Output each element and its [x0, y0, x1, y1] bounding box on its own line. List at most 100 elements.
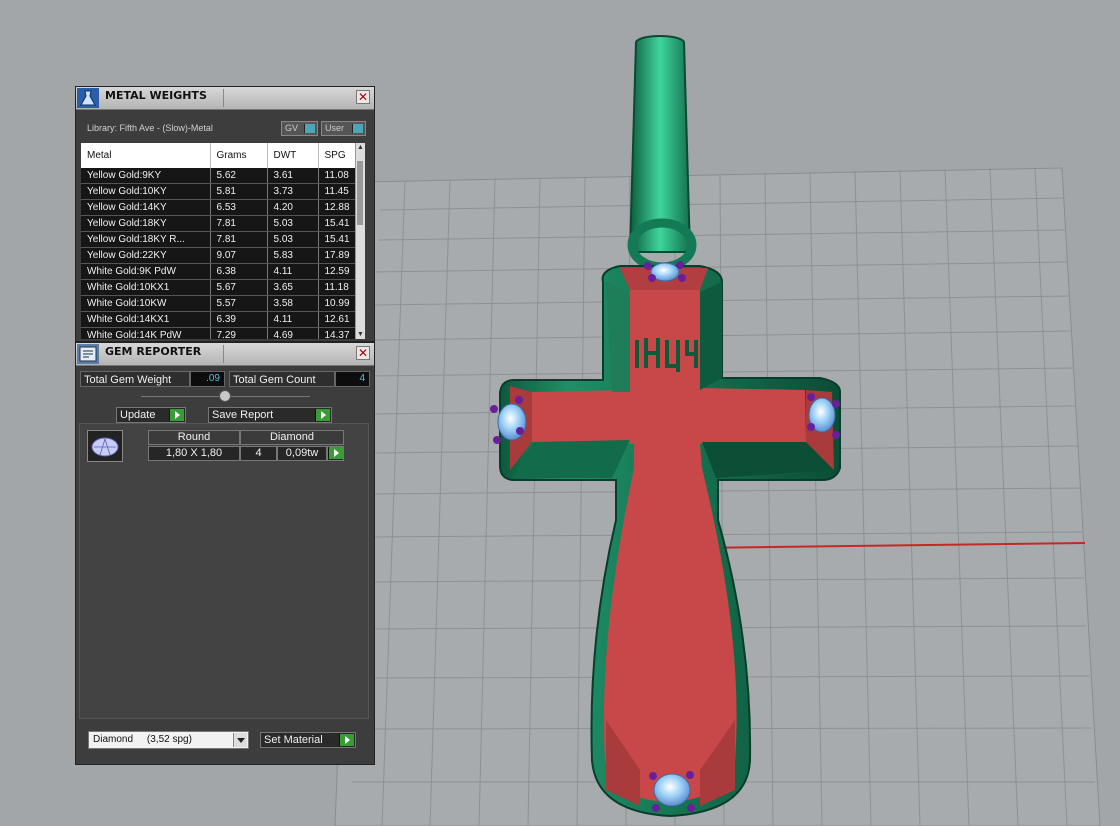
table-row[interactable]: Yellow Gold:9KY 5.62 3.61 11.08 — [81, 168, 360, 184]
grams-cell: 7.81 — [210, 231, 268, 248]
close-button[interactable]: ✕ — [356, 90, 370, 104]
metal-weights-table: Metal Grams DWT SPG Yellow Gold:9KY 5.62 3… — [81, 143, 360, 339]
spg-cell: 14.37 — [318, 327, 360, 339]
metal-weights-titlebar[interactable]: METAL WEIGHTS ✕ — [76, 87, 374, 110]
panel-title: GEM REPORTER — [105, 345, 224, 363]
column-header-metal[interactable]: Metal — [81, 143, 211, 168]
set-material-button[interactable]: Set Material — [260, 732, 356, 748]
user-toggle-label: User — [325, 123, 345, 133]
metal-cell: White Gold:14K PdW — [81, 327, 211, 339]
dwt-cell: 3.65 — [267, 279, 319, 296]
metal-cell: Yellow Gold:22KY — [81, 247, 211, 264]
gv-toggle-label: GV — [285, 123, 299, 133]
table-row[interactable]: Yellow Gold:22KY 9.07 5.83 17.89 — [81, 247, 360, 264]
table-row[interactable]: Yellow Gold:10KY 5.81 3.73 11.45 — [81, 183, 360, 200]
metal-cell: Yellow Gold:18KY — [81, 215, 211, 232]
grams-cell: 7.81 — [210, 215, 268, 232]
column-header-grams[interactable]: Grams — [210, 143, 268, 168]
dwt-cell: 3.58 — [267, 295, 319, 312]
scroll-thumb[interactable] — [357, 161, 363, 225]
play-arrow-icon — [315, 409, 330, 421]
metal-cell: White Gold:14KX1 — [81, 311, 211, 328]
metal-cell: White Gold:10KW — [81, 295, 211, 312]
metal-cell: Yellow Gold:14KY — [81, 199, 211, 216]
grams-cell: 5.81 — [210, 183, 268, 200]
grams-cell: 6.39 — [210, 311, 268, 328]
update-button[interactable]: Update — [116, 407, 186, 423]
table-row[interactable]: Yellow Gold:18KY R... 7.81 5.03 15.41 — [81, 231, 360, 248]
total-gem-count-value: 4 — [335, 371, 370, 387]
gem-reporter-panel: GEM REPORTER ✕ Total Gem Weight .09 Tota… — [75, 342, 375, 765]
gem-details-button[interactable] — [327, 446, 344, 461]
gem-report-icon — [77, 344, 99, 364]
gem-bottom[interactable] — [649, 771, 695, 812]
column-header-dwt[interactable]: DWT — [267, 143, 319, 168]
gem-list: Round Diamond 1,80 X 1,80 4 0,09tw — [79, 423, 369, 719]
gem-count: 4 — [240, 446, 277, 461]
scroll-up-arrow-icon[interactable]: ▲ — [356, 143, 365, 152]
chevron-down-icon[interactable] — [233, 733, 247, 747]
dwt-cell: 4.11 — [267, 263, 319, 280]
dwt-cell: 5.03 — [267, 231, 319, 248]
gem-weight: 0,09tw — [277, 446, 327, 461]
dwt-cell: 5.83 — [267, 247, 319, 264]
spg-cell: 11.18 — [318, 279, 360, 296]
table-row[interactable]: Yellow Gold:14KY 6.53 4.20 12.88 — [81, 199, 360, 216]
gv-toggle[interactable]: GV — [281, 121, 318, 136]
metal-weights-table-container: Metal Grams DWT SPG Yellow Gold:9KY 5.62 3… — [81, 143, 365, 339]
dwt-cell: 3.61 — [267, 168, 319, 184]
gem-reporter-titlebar[interactable]: GEM REPORTER ✕ — [76, 343, 374, 366]
gem-size: 1,80 X 1,80 — [148, 446, 240, 461]
dwt-cell: 4.11 — [267, 311, 319, 328]
dwt-cell: 4.20 — [267, 199, 319, 216]
spg-cell: 10.99 — [318, 295, 360, 312]
total-gem-weight-label: Total Gem Weight — [80, 371, 190, 387]
grams-cell: 5.67 — [210, 279, 268, 296]
table-row[interactable]: White Gold:10KW 5.57 3.58 10.99 — [81, 295, 360, 312]
scroll-down-arrow-icon[interactable]: ▼ — [356, 330, 365, 339]
grams-cell: 9.07 — [210, 247, 268, 264]
gem-material: Diamond — [240, 430, 344, 445]
grams-cell: 6.38 — [210, 263, 268, 280]
spg-cell: 11.45 — [318, 183, 360, 200]
table-row[interactable]: Yellow Gold:18KY 7.81 5.03 15.41 — [81, 215, 360, 232]
table-scrollbar[interactable]: ▲ ▼ — [355, 143, 365, 339]
metal-cell: Yellow Gold:10KY — [81, 183, 211, 200]
close-button[interactable]: ✕ — [356, 346, 370, 360]
flask-icon — [77, 88, 99, 108]
gem-shape: Round — [148, 430, 240, 445]
total-gem-count-label: Total Gem Count — [229, 371, 335, 387]
metal-weights-panel: METAL WEIGHTS ✕ Library: Fifth Ave - (Sl… — [75, 86, 375, 342]
total-gem-weight-value: .09 — [190, 371, 225, 387]
spg-cell: 12.59 — [318, 263, 360, 280]
grams-cell: 5.57 — [210, 295, 268, 312]
play-arrow-icon — [169, 409, 184, 421]
metal-cell: Yellow Gold:18KY R... — [81, 231, 211, 248]
library-label: Library: Fifth Ave - (Slow)-Metal — [87, 123, 213, 133]
dwt-cell: 5.03 — [267, 215, 319, 232]
material-select[interactable]: Diamond (3,52 spg) — [88, 731, 249, 749]
splitter-handle[interactable] — [219, 390, 231, 402]
grams-cell: 6.53 — [210, 199, 268, 216]
table-row[interactable]: White Gold:10KX1 5.67 3.65 11.18 — [81, 279, 360, 296]
spg-cell: 15.41 — [318, 231, 360, 248]
dwt-cell: 4.69 — [267, 327, 319, 339]
spg-cell: 17.89 — [318, 247, 360, 264]
column-header-spg[interactable]: SPG — [318, 143, 360, 168]
spg-cell: 11.08 — [318, 168, 360, 184]
spg-cell: 12.88 — [318, 199, 360, 216]
grams-cell: 7.29 — [210, 327, 268, 339]
update-button-label: Update — [120, 409, 156, 421]
dwt-cell: 3.73 — [267, 183, 319, 200]
metal-cell: White Gold:9K PdW — [81, 263, 211, 280]
table-row[interactable]: White Gold:14KX1 6.39 4.11 12.61 — [81, 311, 360, 328]
panel-title: METAL WEIGHTS — [105, 89, 224, 107]
save-report-button[interactable]: Save Report — [208, 407, 332, 423]
save-report-button-label: Save Report — [212, 409, 274, 421]
play-arrow-icon — [339, 734, 354, 746]
user-toggle[interactable]: User — [321, 121, 366, 136]
table-row[interactable]: White Gold:9K PdW 6.38 4.11 12.59 — [81, 263, 360, 280]
spg-cell: 15.41 — [318, 215, 360, 232]
round-gem-icon[interactable] — [87, 430, 123, 462]
table-row[interactable]: White Gold:14K PdW 7.29 4.69 14.37 — [81, 327, 360, 339]
